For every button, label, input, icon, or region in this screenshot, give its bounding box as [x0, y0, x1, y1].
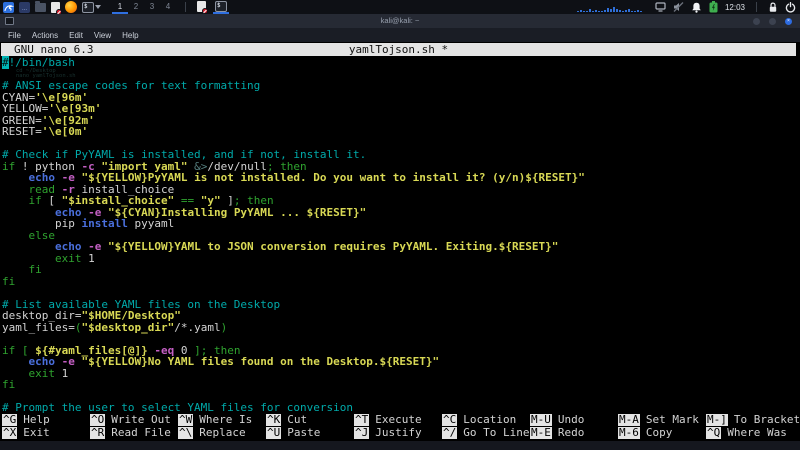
code-line: YELLOW='\e[93m': [2, 103, 800, 115]
shortcut-location[interactable]: ^CLocation: [442, 414, 530, 426]
shortcut-row-1: ^GHelp^OWrite Out^WWhere Is^KCut^TExecut…: [2, 414, 800, 426]
lock-screen-icon[interactable]: [768, 2, 778, 13]
shortcut-cut[interactable]: ^KCut: [266, 414, 354, 426]
shortcut-read-file[interactable]: ^RRead File: [90, 427, 178, 439]
window-titlebar[interactable]: kali@kali: ~ ×: [0, 14, 800, 28]
close-button[interactable]: ×: [785, 18, 792, 25]
shortcut-replace[interactable]: ^\Replace: [178, 427, 266, 439]
code-line: echo -e "${YELLOW}YAML to JSON conversio…: [2, 241, 800, 253]
shortcut-undo[interactable]: M-UUndo: [530, 414, 618, 426]
code-line: fi: [2, 276, 800, 288]
kali-menu-icon[interactable]: [3, 2, 14, 13]
code-line: exit 1: [2, 253, 800, 265]
power-icon[interactable]: [785, 2, 796, 13]
panel-separator: [185, 2, 186, 12]
shortcut-go-to-line[interactable]: ^/Go To Line: [442, 427, 530, 439]
desktop: ... $ 1234 $ 12:03: [0, 0, 800, 450]
workspace-2[interactable]: 2: [128, 0, 144, 14]
menu-file[interactable]: File: [8, 31, 21, 40]
shortcut-where-was[interactable]: ^QWhere Was: [706, 427, 787, 439]
maximize-button[interactable]: [769, 18, 776, 25]
code-line: exit 1: [2, 368, 800, 380]
minimize-button[interactable]: [753, 18, 760, 25]
code-line: #!/bin/bash: [2, 57, 800, 69]
nano-filename-label: yamlTojson.sh *: [349, 43, 448, 56]
shortcut-copy[interactable]: M-6Copy: [618, 427, 706, 439]
code-line: CYAN='\e[96m': [2, 92, 800, 104]
shortcut-paste[interactable]: ^UPaste: [266, 427, 354, 439]
code-line: fi: [2, 379, 800, 391]
shortcut-justify[interactable]: ^JJustify: [354, 427, 442, 439]
shortcut-to-bracket[interactable]: M-]To Bracket: [706, 414, 800, 426]
code-line: fi: [2, 264, 800, 276]
taskbar-window-terminal[interactable]: $: [213, 0, 229, 14]
shortcut-exit[interactable]: ^XExit: [2, 427, 90, 439]
menu-actions[interactable]: Actions: [32, 31, 58, 40]
shortcut-row-2: ^XExit^RRead File^\Replace^UPaste^JJusti…: [2, 427, 800, 439]
tray-separator: [756, 2, 757, 12]
notification-bell-icon[interactable]: [691, 2, 702, 13]
menu-view[interactable]: View: [94, 31, 111, 40]
window-title: kali@kali: ~: [381, 14, 420, 28]
terminal[interactable]: GNU nano 6.3 yamlTojson.sh * #!/bin/bash…: [0, 42, 800, 441]
shortcut-redo[interactable]: M-ERedo: [530, 427, 618, 439]
terminal-window-icon: [5, 17, 14, 25]
nano-version-label: GNU nano 6.3: [1, 43, 93, 56]
clock[interactable]: 12:03: [725, 3, 745, 12]
terminal-launcher-icon[interactable]: $: [82, 2, 101, 13]
top-panel: ... $ 1234 $ 12:03: [0, 0, 800, 14]
workspace-switcher: 1234: [112, 0, 176, 14]
code-line: yaml_files=("$desktop_dir"/*.yaml): [2, 322, 800, 334]
firefox-icon[interactable]: [65, 1, 77, 13]
shortcut-help[interactable]: ^GHelp: [2, 414, 90, 426]
bottom-edge: [0, 441, 800, 450]
menu-edit[interactable]: Edit: [69, 31, 83, 40]
taskbar-window-texteditor[interactable]: [195, 0, 208, 14]
file-manager-icon[interactable]: [35, 2, 46, 12]
chevron-down-icon[interactable]: [95, 5, 101, 9]
audio-muted-icon[interactable]: [673, 2, 684, 12]
code-line: pip install pyyaml: [2, 218, 800, 230]
code-line: # Prompt the user to select YAML files f…: [2, 402, 800, 414]
code-line: RESET='\e[0m': [2, 126, 800, 138]
nano-shortcuts: ^GHelp^OWrite Out^WWhere Is^KCut^TExecut…: [2, 413, 800, 439]
menu-help[interactable]: Help: [122, 31, 138, 40]
files-app-icon[interactable]: ...: [19, 2, 30, 13]
shortcut-where-is[interactable]: ^WWhere Is: [178, 414, 266, 426]
nano-titlebar: GNU nano 6.3 yamlTojson.sh *: [1, 43, 796, 56]
workspace-3[interactable]: 3: [144, 0, 160, 14]
text-editor-icon[interactable]: [51, 2, 60, 13]
battery-icon[interactable]: [709, 1, 718, 13]
workspace-1[interactable]: 1: [112, 0, 128, 14]
shortcut-set-mark[interactable]: M-ASet Mark: [618, 414, 706, 426]
window-menubar: File Actions Edit View Help: [0, 28, 800, 42]
code-line: GREEN='\e[92m': [2, 115, 800, 127]
cpu-monitor-graph[interactable]: [577, 3, 642, 12]
code-line: echo -e "${YELLOW}No YAML files found on…: [2, 356, 800, 368]
display-icon[interactable]: [655, 2, 666, 12]
code-line: # ANSI escape codes for text formatting: [2, 80, 800, 92]
code-area[interactable]: #!/bin/bashcd ~/Desktopnano yamlTojson.s…: [2, 57, 800, 414]
shortcut-write-out[interactable]: ^OWrite Out: [90, 414, 178, 426]
shortcut-execute[interactable]: ^TExecute: [354, 414, 442, 426]
workspace-4[interactable]: 4: [160, 0, 176, 14]
